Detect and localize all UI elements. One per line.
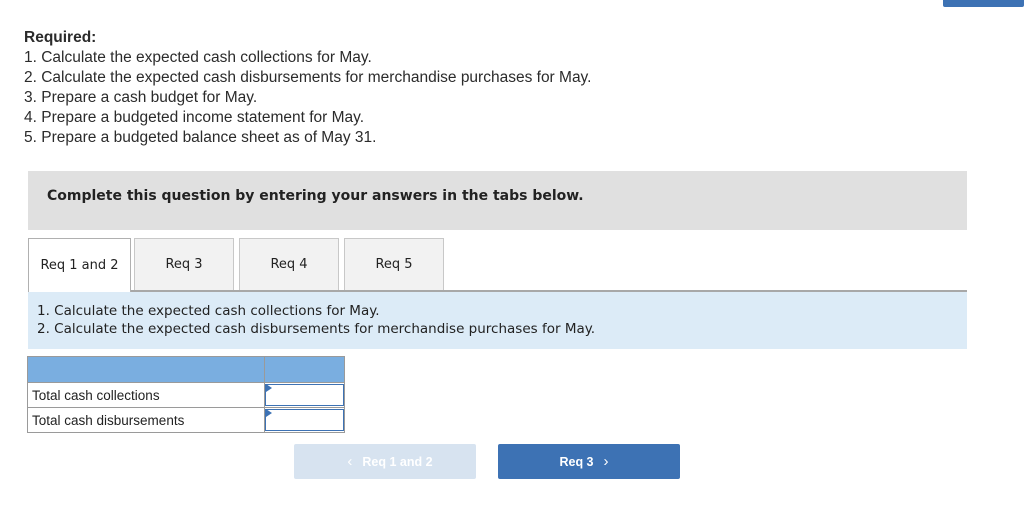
required-item: 2. Calculate the expected cash disbursem… <box>24 69 592 86</box>
table-row: Total cash collections <box>27 382 345 408</box>
top-tab-indicator[interactable] <box>943 0 1024 7</box>
required-item: 3. Prepare a cash budget for May. <box>24 89 258 106</box>
prev-button[interactable]: ‹ Req 1 and 2 <box>294 444 476 479</box>
description-line: 2. Calculate the expected cash disbursem… <box>37 321 596 337</box>
total-cash-disbursements-input[interactable] <box>265 409 344 431</box>
input-marker-icon <box>266 384 272 392</box>
next-button[interactable]: Req 3 › <box>498 444 680 479</box>
tab-req-3[interactable]: Req 3 <box>134 238 234 290</box>
row-label: Total cash disbursements <box>27 407 265 433</box>
chevron-right-icon: › <box>603 453 609 470</box>
header-cell <box>27 356 265 383</box>
next-button-label: Req 3 <box>559 454 594 469</box>
total-cash-collections-input[interactable] <box>265 384 344 406</box>
header-cell <box>264 356 345 383</box>
row-label: Total cash collections <box>27 382 265 408</box>
input-cell <box>264 382 345 408</box>
tab-description: 1. Calculate the expected cash collectio… <box>28 292 967 349</box>
instruction-text: Complete this question by entering your … <box>47 188 584 204</box>
required-item: 5. Prepare a budgeted balance sheet as o… <box>24 129 377 146</box>
table-row: Total cash disbursements <box>27 407 345 433</box>
input-cell <box>264 407 345 433</box>
instruction-banner: Complete this question by entering your … <box>28 171 967 230</box>
chevron-left-icon: ‹ <box>347 453 353 470</box>
description-line: 1. Calculate the expected cash collectio… <box>37 303 380 319</box>
tab-req-4[interactable]: Req 4 <box>239 238 339 290</box>
required-title: Required: <box>24 29 97 46</box>
prev-button-label: Req 1 and 2 <box>362 454 433 469</box>
required-item: 4. Prepare a budgeted income statement f… <box>24 109 365 126</box>
input-marker-icon <box>266 409 272 417</box>
tab-req-1-and-2[interactable]: Req 1 and 2 <box>28 238 131 292</box>
required-item: 1. Calculate the expected cash collectio… <box>24 49 372 66</box>
answer-table: Total cash collections Total cash disbur… <box>27 356 345 433</box>
table-header-row <box>27 356 345 383</box>
required-section: Required: 1. Calculate the expected cash… <box>24 28 591 148</box>
tab-req-5[interactable]: Req 5 <box>344 238 444 290</box>
